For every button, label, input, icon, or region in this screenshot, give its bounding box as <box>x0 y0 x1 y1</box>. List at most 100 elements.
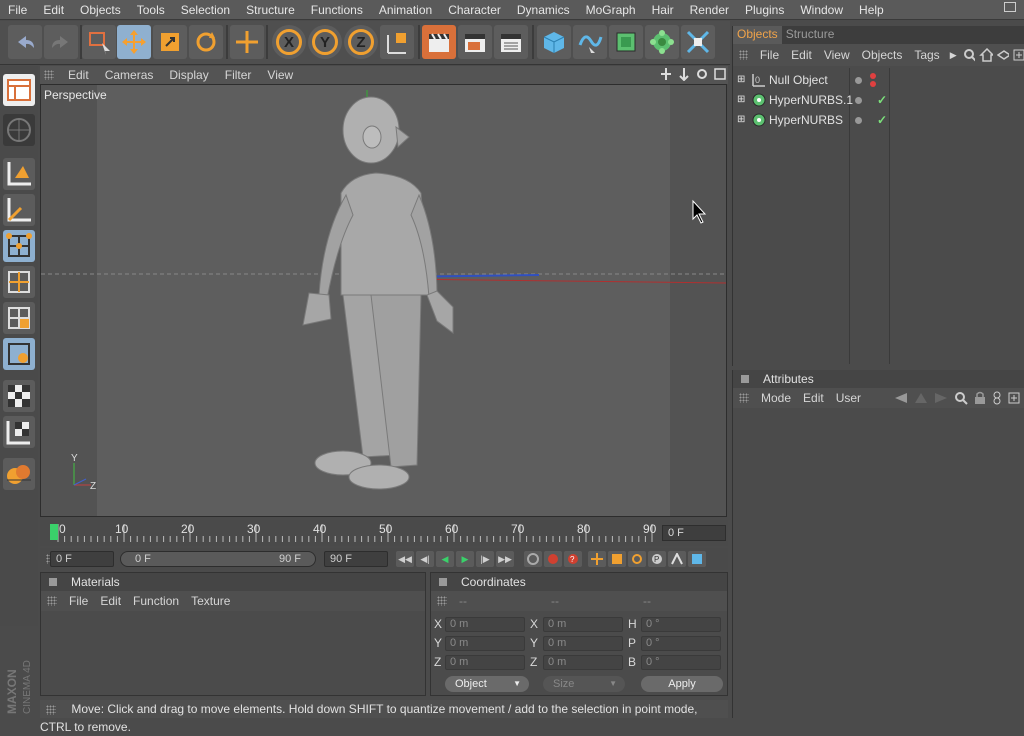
viewport-menu-display[interactable]: Display <box>161 68 216 82</box>
make-editable-button[interactable] <box>3 114 35 146</box>
key-position-button[interactable] <box>588 551 606 567</box>
preview-range-slider[interactable]: 0 F 90 F <box>120 551 316 567</box>
object-row-hypernurbs-1[interactable]: ⊞ HyperNURBS.1 ✓ <box>733 90 1024 110</box>
objects-menu-view[interactable]: View <box>818 48 856 62</box>
materials-menu-function[interactable]: Function <box>127 594 185 608</box>
rotation-h-field[interactable]: 0 ° <box>641 617 721 632</box>
new-window-icon[interactable] <box>1013 49 1024 61</box>
expand-icon[interactable]: ⊞ <box>737 90 745 110</box>
menu-selection[interactable]: Selection <box>173 3 238 17</box>
object-row-null[interactable]: ⊞ 0 Null Object <box>733 70 1024 90</box>
home-icon[interactable] <box>979 48 994 62</box>
search-icon[interactable] <box>963 48 975 62</box>
next-key-button[interactable]: |▶ <box>476 551 494 567</box>
size-mode-dropdown[interactable]: Size ▼ <box>543 676 625 692</box>
edges-mode-button[interactable] <box>3 266 35 298</box>
rotation-p-field[interactable]: 0 ° <box>641 636 721 651</box>
polygons-mode-button[interactable] <box>3 302 35 334</box>
rotate-tool-button[interactable] <box>189 25 223 59</box>
render-dot-icon[interactable] <box>870 73 876 79</box>
back-arrow-icon[interactable] <box>894 392 908 404</box>
timeline[interactable]: 0 10 20 30 40 50 60 70 80 90 0 F <box>40 520 728 546</box>
render-picture-viewer-button[interactable] <box>494 25 528 59</box>
panel-grip-icon[interactable] <box>44 70 54 80</box>
panel-grip-icon[interactable] <box>437 596 447 606</box>
autokeying-button[interactable] <box>544 551 562 567</box>
panel-grip-icon[interactable] <box>739 393 749 403</box>
world-axis-button[interactable] <box>230 25 264 59</box>
attributes-menu-edit[interactable]: Edit <box>797 391 830 405</box>
live-selection-button[interactable] <box>82 25 116 59</box>
menu-character[interactable]: Character <box>440 3 509 17</box>
uv-mode-button[interactable] <box>3 338 35 370</box>
object-name[interactable]: HyperNURBS.1 <box>769 90 853 110</box>
render-region-button[interactable] <box>458 25 492 59</box>
scale-tool-button[interactable] <box>153 25 187 59</box>
window-restore-icon[interactable] <box>1004 2 1016 12</box>
enabled-check-icon[interactable]: ✓ <box>877 90 887 110</box>
start-frame-field[interactable]: 0 F <box>50 551 114 567</box>
position-z-field[interactable]: 0 m <box>445 655 525 670</box>
key-parameter-button[interactable]: P <box>648 551 666 567</box>
coordinate-mode-dropdown[interactable]: Object ▼ <box>445 676 529 692</box>
rotation-b-field[interactable]: 0 ° <box>641 655 721 670</box>
objects-menu-file[interactable]: File <box>754 48 785 62</box>
viewport-menu-cameras[interactable]: Cameras <box>97 68 162 82</box>
visibility-dot-icon[interactable] <box>855 117 862 124</box>
move-tool-button[interactable] <box>117 25 151 59</box>
panel-toggle-icon[interactable] <box>439 578 447 586</box>
objects-menu-tags[interactable]: Tags <box>908 48 945 62</box>
texture-mode-button[interactable] <box>3 380 35 412</box>
size-z-field[interactable]: 0 m <box>543 655 623 670</box>
end-frame-field[interactable]: 90 F <box>324 551 388 567</box>
layout-button[interactable] <box>3 74 35 106</box>
render-view-button[interactable] <box>422 25 456 59</box>
objects-menu-objects[interactable]: Objects <box>856 48 909 62</box>
forward-arrow-icon[interactable] <box>934 392 948 404</box>
attributes-menu-user[interactable]: User <box>830 391 867 405</box>
link-icon[interactable] <box>992 391 1002 405</box>
visibility-dot-icon[interactable] <box>855 97 862 104</box>
key-scale-button[interactable] <box>608 551 626 567</box>
menu-window[interactable]: Window <box>792 3 851 17</box>
viewport-menu-edit[interactable]: Edit <box>60 68 97 82</box>
object-axis-button[interactable] <box>3 194 35 226</box>
size-y-field[interactable]: 0 m <box>543 636 623 651</box>
materials-menu-file[interactable]: File <box>63 594 94 608</box>
panel-toggle-icon[interactable] <box>49 578 57 586</box>
texture-axis-button[interactable] <box>3 416 35 448</box>
filter-icon[interactable] <box>997 48 1010 62</box>
expand-icon[interactable]: ⊞ <box>737 110 745 130</box>
add-mograph-button[interactable] <box>645 25 679 59</box>
apply-button[interactable]: Apply <box>641 676 723 692</box>
attributes-menu-mode[interactable]: Mode <box>755 391 797 405</box>
size-x-field[interactable]: 0 m <box>543 617 623 632</box>
current-frame-field[interactable]: 0 F <box>662 525 726 541</box>
tab-structure[interactable]: Structure <box>782 26 839 44</box>
object-row-hypernurbs[interactable]: ⊞ HyperNURBS ✓ <box>733 110 1024 130</box>
redo-button[interactable] <box>44 25 78 59</box>
rotate-view-icon[interactable] <box>696 67 708 81</box>
key-rotation-button[interactable] <box>628 551 646 567</box>
menu-file[interactable]: File <box>0 3 35 17</box>
up-arrow-icon[interactable] <box>914 392 928 404</box>
go-to-start-button[interactable]: ◀◀ <box>396 551 414 567</box>
add-deformer-button[interactable] <box>681 25 715 59</box>
menu-edit[interactable]: Edit <box>35 3 72 17</box>
key-pla-button[interactable] <box>668 551 686 567</box>
timeline-ruler[interactable]: 0 10 20 30 40 50 60 70 80 90 <box>50 522 656 544</box>
panel-grip-icon[interactable] <box>739 50 748 60</box>
add-cube-button[interactable] <box>537 25 571 59</box>
workplane-button[interactable] <box>3 458 35 490</box>
position-x-field[interactable]: 0 m <box>445 617 525 632</box>
materials-menu-edit[interactable]: Edit <box>94 594 127 608</box>
menu-tools[interactable]: Tools <box>129 3 173 17</box>
move-view-icon[interactable] <box>660 67 672 81</box>
objects-menu-edit[interactable]: Edit <box>785 48 818 62</box>
go-to-end-button[interactable]: ▶▶ <box>496 551 514 567</box>
materials-menu-texture[interactable]: Texture <box>185 594 236 608</box>
new-window-icon[interactable] <box>1008 392 1020 404</box>
menu-dynamics[interactable]: Dynamics <box>509 3 578 17</box>
z-axis-lock-button[interactable]: Z <box>344 25 378 59</box>
add-nurbs-button[interactable] <box>609 25 643 59</box>
